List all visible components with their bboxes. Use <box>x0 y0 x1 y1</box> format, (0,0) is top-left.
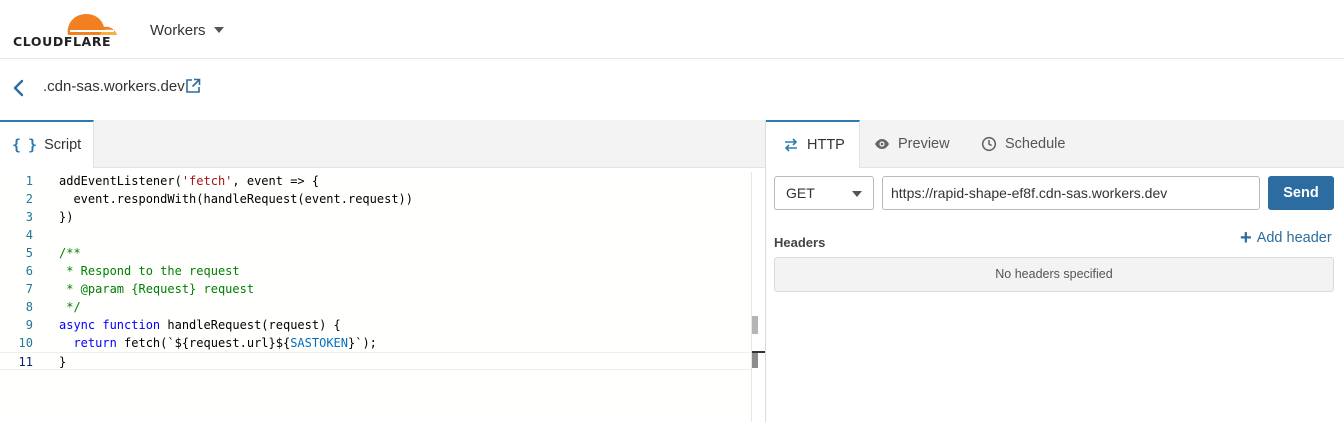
caret-down-icon <box>213 27 224 33</box>
tab-schedule-label: Schedule <box>1005 136 1066 152</box>
headers-empty-state: No headers specified <box>774 257 1334 292</box>
tab-http-label: HTTP <box>807 137 845 153</box>
arrows-exchange-icon <box>784 138 798 152</box>
cursor-position-marker <box>752 351 765 353</box>
code-text: addEventListener('fetch', event => { <box>59 174 320 188</box>
code-text: async function handleRequest(request) { <box>59 318 341 332</box>
chevron-left-icon[interactable] <box>10 78 26 98</box>
line-number: 7 <box>25 282 33 296</box>
line-number: 1 <box>25 174 33 188</box>
add-header-button[interactable]: + Add header <box>1240 227 1332 249</box>
code-text: */ <box>59 300 81 314</box>
code-text: }) <box>59 210 74 224</box>
code-line[interactable]: 8 */ <box>0 298 751 316</box>
code-line[interactable]: 3}) <box>0 208 751 226</box>
right-tab-bar: HTTP Preview Schedule <box>766 120 1344 168</box>
plus-icon: + <box>1240 227 1252 249</box>
add-header-label: Add header <box>1256 230 1332 246</box>
code-line[interactable]: 11} <box>0 352 751 370</box>
code-editor[interactable]: 11} 10 return fetch(`${request.url}${SAST… <box>0 168 766 422</box>
worker-domain: .cdn-sas.workers.dev <box>43 78 185 95</box>
cloudflare-logo[interactable]: CLOUDFLARE <box>12 10 122 50</box>
code-text: * @param {Request} request <box>59 282 255 296</box>
code-text: /** <box>59 246 81 260</box>
line-number: 2 <box>25 192 33 206</box>
code-line[interactable]: 9 async function handleRequest(request) { <box>0 316 751 334</box>
editor-scrollbar[interactable] <box>751 172 766 422</box>
code-line[interactable]: 5 /** <box>0 244 751 262</box>
tab-schedule[interactable]: Schedule <box>981 120 1065 168</box>
method-value: GET <box>786 185 815 201</box>
url-input[interactable] <box>882 176 1260 210</box>
code-text: * Respond to the request <box>59 264 240 278</box>
tab-script[interactable]: { } Script <box>0 120 94 168</box>
line-number: 10 <box>18 336 33 350</box>
cloud-logo-icon <box>67 14 117 35</box>
line-number: 6 <box>25 264 33 278</box>
code-line[interactable]: 7 * @param {Request} request <box>0 280 751 298</box>
tab-preview[interactable]: Preview <box>874 120 950 168</box>
line-number: 4 <box>25 228 33 242</box>
line-number: 8 <box>25 300 33 314</box>
code-text: return fetch(`${request.url}${SASTOKEN}`… <box>73 336 377 350</box>
line-number: 11 <box>18 355 33 369</box>
method-select[interactable]: GET <box>774 176 874 210</box>
code-line[interactable]: 1 addEventListener('fetch', event => { <box>0 172 751 190</box>
tab-preview-label: Preview <box>898 136 950 152</box>
top-bar: CLOUDFLARE Workers <box>0 0 1344 59</box>
code-text: event.respondWith(handleRequest(event.re… <box>59 192 414 206</box>
braces-icon: { } <box>12 136 37 154</box>
tab-http[interactable]: HTTP <box>766 120 860 168</box>
code-line[interactable]: 10 return fetch(`${request.url}${SASTOKE… <box>0 334 751 352</box>
editor-tab-bar: { } Script <box>0 120 765 168</box>
product-name: Workers <box>150 21 206 39</box>
line-number: 3 <box>25 210 33 224</box>
code-line[interactable]: 2 event.respondWith(handleRequest(event.… <box>0 190 751 208</box>
caret-down-icon <box>852 191 862 197</box>
headers-heading: Headers <box>774 235 826 250</box>
eye-icon <box>875 139 889 149</box>
product-switcher[interactable]: Workers <box>150 19 224 41</box>
code-line[interactable]: 6 * Respond to the request <box>0 262 751 280</box>
code-line[interactable]: 4 <box>0 226 751 244</box>
logo-wordmark: CLOUDFLARE <box>13 34 112 49</box>
line-number: 9 <box>25 318 33 332</box>
tab-script-label: Script <box>44 137 82 153</box>
scrollbar-thumb[interactable] <box>752 316 758 334</box>
scrollbar-marker <box>752 352 758 368</box>
send-button[interactable]: Send <box>1268 176 1334 210</box>
clock-icon <box>981 136 997 152</box>
breadcrumb: .cdn-sas.workers.dev <box>0 59 1344 119</box>
line-number: 5 <box>25 246 33 260</box>
external-link-icon[interactable] <box>185 78 201 94</box>
code-text: } <box>59 355 67 369</box>
